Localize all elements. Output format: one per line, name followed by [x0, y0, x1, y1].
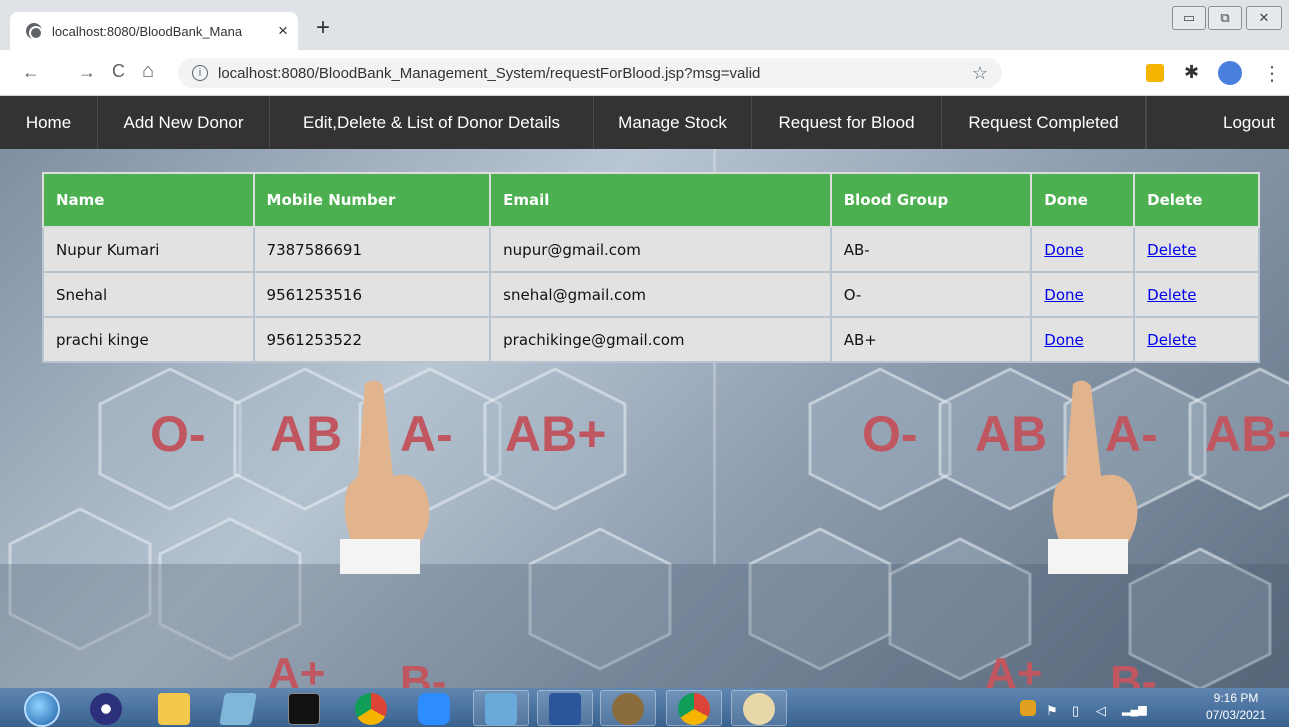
back-button[interactable]: ← — [22, 62, 40, 83]
cell-email: prachikinge@gmail.com — [489, 316, 832, 363]
close-icon: ✕ — [1258, 10, 1270, 25]
cell-mobile: 9561253516 — [252, 271, 492, 318]
bg-label-a-pos: A+ — [268, 649, 326, 688]
cell-mobile: 7387586691 — [252, 226, 492, 273]
table-row: Snehal 9561253516 snehal@gmail.com O- Do… — [42, 271, 1260, 318]
reload-button[interactable]: C — [112, 61, 125, 82]
taskbar-clock[interactable]: 9:16 PM 07/03/2021 — [1196, 690, 1276, 724]
chrome-icon[interactable] — [355, 693, 387, 725]
header-delete: Delete — [1133, 172, 1260, 228]
forward-button[interactable]: → — [78, 62, 96, 83]
cell-done: Done — [1030, 226, 1136, 273]
file-explorer-icon[interactable] — [158, 693, 190, 725]
cell-blood-group: AB+ — [829, 316, 1033, 363]
profile-avatar[interactable] — [1218, 61, 1242, 85]
cell-done: Done — [1030, 271, 1136, 318]
cell-name: Nupur Kumari — [42, 226, 255, 273]
nav-manage-stock[interactable]: Manage Stock — [594, 96, 752, 149]
cell-delete: Delete — [1133, 316, 1260, 363]
menu-icon[interactable]: ⋮ — [1262, 61, 1282, 86]
word-icon — [549, 693, 581, 725]
url-text: localhost:8080/BloodBank_Management_Syst… — [218, 64, 761, 82]
network-icon[interactable]: ▯ — [1072, 703, 1079, 719]
restore-button[interactable]: ⧉ — [1208, 6, 1242, 30]
bg-label-ab-pos-2: AB+ — [1205, 406, 1289, 462]
delete-link[interactable]: Delete — [1147, 241, 1196, 259]
bg-label-ab-pos: AB+ — [505, 406, 607, 462]
eclipse-icon[interactable] — [90, 693, 122, 725]
nav-home[interactable]: Home — [0, 96, 98, 149]
clock-date: 07/03/2021 — [1205, 708, 1267, 722]
gear-icon — [612, 693, 644, 725]
cell-delete: Delete — [1133, 271, 1260, 318]
extension-icon[interactable] — [1146, 64, 1164, 82]
signal-icon[interactable]: ▂▄▆ — [1122, 703, 1147, 716]
cell-done: Done — [1030, 316, 1136, 363]
tab-close-icon[interactable]: × — [278, 21, 288, 41]
cell-name: prachi kinge — [42, 316, 255, 363]
window-close-button[interactable]: ✕ — [1246, 6, 1282, 30]
nav-request-for-blood[interactable]: Request for Blood — [752, 96, 942, 149]
blood-request-table: Name Mobile Number Email Blood Group Don… — [42, 172, 1260, 363]
paint-icon — [743, 693, 775, 725]
bg-label-b-neg-2: B- — [1110, 657, 1157, 688]
table-header-row: Name Mobile Number Email Blood Group Don… — [42, 172, 1260, 228]
tray-app-icon[interactable] — [1020, 700, 1036, 716]
puzzle-icon[interactable]: ✱ — [1184, 62, 1202, 82]
header-blood-group: Blood Group — [829, 172, 1033, 228]
new-tab-button[interactable]: + — [316, 14, 330, 42]
done-link[interactable]: Done — [1044, 331, 1083, 349]
minimize-button[interactable]: ▭ — [1172, 6, 1206, 30]
clock-time: 9:16 PM — [1213, 691, 1259, 705]
cell-blood-group: O- — [829, 271, 1033, 318]
delete-link[interactable]: Delete — [1147, 286, 1196, 304]
pointing-hand-illustration-2 — [1048, 380, 1138, 574]
minimize-icon: ▭ — [1182, 10, 1196, 25]
globe-icon — [26, 23, 43, 40]
restore-icon: ⧉ — [1220, 10, 1230, 25]
volume-icon[interactable]: ◁ — [1096, 703, 1106, 719]
cell-email: nupur@gmail.com — [489, 226, 832, 273]
header-email: Email — [489, 172, 832, 228]
tab-title: localhost:8080/BloodBank_Mana — [52, 23, 243, 39]
command-prompt-icon[interactable] — [288, 693, 320, 725]
table-row: Nupur Kumari 7387586691 nupur@gmail.com … — [42, 226, 1260, 273]
nav-add-new-donor[interactable]: Add New Donor — [98, 96, 270, 149]
bg-label-o-neg-2: O- — [862, 406, 918, 462]
chrome-icon-2 — [678, 693, 710, 725]
table-row: prachi kinge 9561253522 prachikinge@gmai… — [42, 316, 1260, 363]
nav-edit-delete-donor[interactable]: Edit,Delete & List of Donor Details — [270, 96, 594, 149]
app-navbar: Home Add New Donor Edit,Delete & List of… — [0, 96, 1289, 149]
bookmark-star-icon[interactable]: ☆ — [972, 63, 988, 84]
browser-toolbar: ← → C ⌂ i localhost:8080/BloodBank_Manag… — [0, 50, 1289, 96]
cell-blood-group: AB- — [829, 226, 1033, 273]
pointing-hand-illustration — [340, 380, 430, 574]
header-done: Done — [1030, 172, 1136, 228]
cell-email: snehal@gmail.com — [489, 271, 832, 318]
browser-tab[interactable]: localhost:8080/BloodBank_Mana × — [10, 12, 298, 50]
start-button[interactable] — [24, 691, 60, 727]
bg-label-a-pos-2: A+ — [985, 649, 1043, 688]
home-button[interactable]: ⌂ — [142, 60, 154, 83]
mysql-workbench-icon — [485, 693, 517, 725]
done-link[interactable]: Done — [1044, 241, 1083, 259]
delete-link[interactable]: Delete — [1147, 331, 1196, 349]
cell-name: Snehal — [42, 271, 255, 318]
done-link[interactable]: Done — [1044, 286, 1083, 304]
info-icon[interactable]: i — [192, 65, 208, 81]
bg-label-o-neg: O- — [150, 406, 206, 462]
header-name: Name — [42, 172, 255, 228]
header-mobile-number: Mobile Number — [252, 172, 492, 228]
nav-logout[interactable]: Logout — [1146, 96, 1289, 149]
cell-delete: Delete — [1133, 226, 1260, 273]
flag-icon[interactable]: ⚑ — [1046, 703, 1058, 719]
browser-titlebar: localhost:8080/BloodBank_Mana × + ▭ ⧉ ✕ — [0, 0, 1289, 50]
bg-label-b-neg: B- — [400, 657, 447, 688]
address-bar[interactable]: i localhost:8080/BloodBank_Management_Sy… — [178, 58, 1002, 88]
notepad-icon[interactable] — [219, 693, 257, 725]
zoom-icon[interactable] — [418, 693, 450, 725]
cell-mobile: 9561253522 — [252, 316, 492, 363]
nav-request-completed[interactable]: Request Completed — [942, 96, 1146, 149]
